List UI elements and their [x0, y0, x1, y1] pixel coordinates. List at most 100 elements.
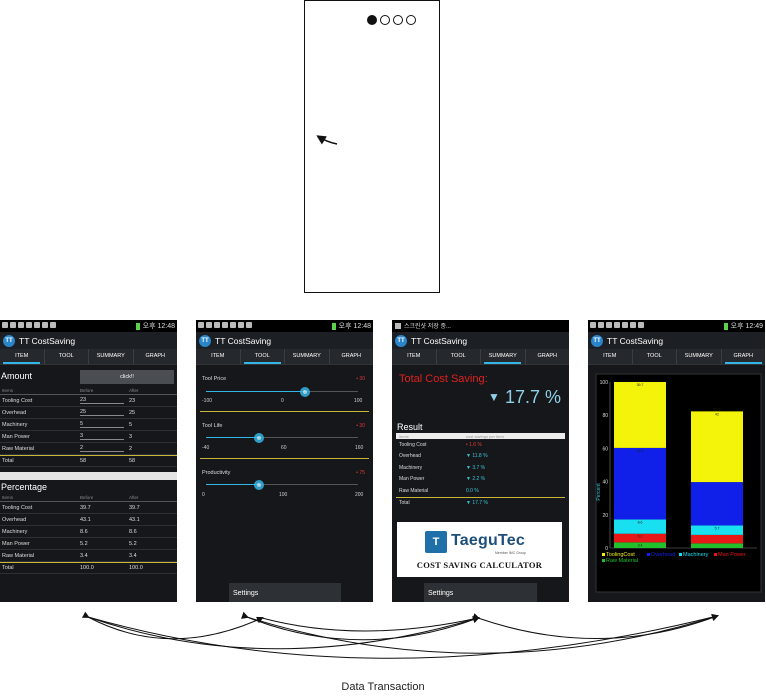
tab-summary[interactable]: SUMMARY	[89, 349, 134, 364]
transaction-arrow	[81, 611, 264, 640]
phone-outline	[304, 0, 440, 293]
app-bar: TT TT CostSaving	[392, 332, 569, 349]
bar-segment	[614, 382, 666, 448]
tab-graph[interactable]: GRAPH	[526, 349, 570, 364]
result-row: Overhead ▼ 11.8 %	[399, 453, 488, 460]
data-label: 43.1	[637, 449, 644, 453]
status-bar: 오후 12:49	[588, 320, 765, 332]
slider-productivity: Productivity • 75 0 100 200	[202, 470, 365, 498]
screen-tool: 오후 12:48 TT TT CostSaving ITEM TOOL SUMM…	[196, 320, 373, 602]
tab-item[interactable]: ITEM	[196, 349, 241, 364]
app-title: TT CostSaving	[607, 335, 664, 346]
total-cost-saving-title: Total Cost Saving:	[399, 373, 488, 385]
slider-thumb[interactable]	[254, 480, 265, 490]
y-tick-label: 60	[602, 446, 608, 452]
percentage-table: Tooling Cost 39.7 39.7 Overhead 43.1 43.1 Ma…	[0, 502, 177, 574]
legend-swatch	[714, 553, 717, 556]
slider-track[interactable]	[206, 433, 358, 443]
total-saving-percent: ▼ 17.7 %	[488, 387, 561, 407]
before-input[interactable]: 5	[80, 421, 124, 428]
tab-item[interactable]: ITEM	[0, 349, 45, 364]
legend-swatch	[602, 553, 605, 556]
data-label: 5.7	[715, 526, 720, 530]
stacked-bar-chart: 020406080100Percent3.45.28.643.139.75.74…	[595, 373, 762, 593]
tab-item[interactable]: ITEM	[392, 349, 437, 364]
tab-tool[interactable]: TOOL	[241, 349, 285, 364]
tab-item[interactable]: ITEM	[588, 349, 633, 364]
table-row: Raw Material 2 2	[0, 443, 177, 455]
amount-table: Tooling Cost 23 23 Overhead 25 25 Machinery 5…	[0, 395, 177, 467]
divider	[200, 411, 369, 412]
result-row: Machinery ▼ 3.7 %	[399, 464, 486, 471]
table-row: Man Power 5.2 5.2	[0, 538, 177, 550]
tab-tool[interactable]: TOOL	[45, 349, 89, 364]
brand-name: TaeguTec	[451, 532, 525, 549]
swipe-arrows	[316, 135, 338, 145]
tab-graph[interactable]: GRAPH	[330, 349, 374, 364]
bar-segment	[614, 447, 666, 520]
before-input[interactable]: 25	[80, 409, 124, 416]
data-label: 42	[715, 412, 719, 416]
click-button[interactable]: click!!	[80, 370, 174, 384]
amount-heading: Amount	[1, 371, 33, 381]
battery-icon	[723, 322, 728, 330]
table-row: Overhead 25 25	[0, 407, 177, 419]
app-title: TT CostSaving	[411, 335, 468, 346]
slider-thumb[interactable]	[299, 387, 310, 397]
divider	[0, 472, 177, 480]
swipe-left-arrow	[316, 135, 338, 145]
tab-summary[interactable]: SUMMARY	[677, 349, 722, 364]
legend-swatch	[602, 559, 605, 562]
slider-track[interactable]	[206, 480, 358, 490]
tab-bar: ITEM TOOL SUMMARY GRAPH	[392, 349, 569, 365]
tab-bar: ITEM TOOL SUMMARY GRAPH	[0, 349, 177, 365]
tab-graph[interactable]: GRAPH	[722, 349, 766, 364]
before-input[interactable]: 23	[80, 397, 124, 404]
app-logo-icon: TT	[199, 334, 211, 347]
notification-icons	[198, 322, 252, 328]
app-bar: TT TT CostSaving	[588, 332, 765, 349]
result-table-header: Items cost savings per Item	[396, 433, 565, 439]
bar-segment	[691, 543, 743, 548]
screen-summary: 스크린샷 저장 중... TT TT CostSaving ITEM TOOL …	[392, 320, 569, 602]
table-row: Man Power 3 3	[0, 431, 177, 443]
y-tick-label: 80	[602, 413, 608, 419]
bar-segment	[691, 534, 743, 544]
status-time: 오후 12:48	[142, 323, 175, 330]
result-row-total: Total ▼ 17.7 %	[396, 496, 565, 509]
legend-swatch	[679, 553, 682, 556]
calculator-title: COST SAVING CALCULATOR	[416, 560, 543, 570]
app-bar: TT TT CostSaving	[0, 332, 177, 349]
table-row: Overhead 43.1 43.1	[0, 514, 177, 526]
y-tick-label: 20	[602, 513, 608, 519]
slider-thumb[interactable]	[254, 433, 265, 443]
status-notice: 스크린샷 저장 중...	[404, 324, 451, 330]
battery-icon	[331, 322, 336, 330]
app-logo-icon: TT	[591, 334, 603, 347]
before-input[interactable]: 2	[80, 445, 124, 452]
legend-entry: Overhead	[651, 552, 675, 558]
taegutec-mark-icon: T	[425, 531, 447, 553]
status-time: 오후 12:48	[338, 323, 371, 330]
screen-item: 오후 12:48 TT TT CostSaving ITEM TOOL SUMM…	[0, 320, 177, 602]
data-label: 3.4	[638, 543, 643, 547]
tab-summary[interactable]: SUMMARY	[285, 349, 330, 364]
diagram-caption: Data Transaction	[341, 681, 425, 693]
transaction-arrow	[87, 616, 480, 650]
result-table: Tooling Cost • 1.6 % Overhead ▼ 11.8 % Machi…	[392, 439, 569, 508]
slider-track[interactable]	[206, 387, 358, 397]
tab-tool[interactable]: TOOL	[633, 349, 677, 364]
legend-swatch	[647, 553, 650, 556]
result-row: Man Power ▼ 2.2 %	[399, 476, 486, 483]
tab-bar: ITEM TOOL SUMMARY GRAPH	[588, 349, 765, 365]
tab-summary[interactable]: SUMMARY	[481, 349, 526, 364]
brand-subtitle: Member IMC Group	[495, 551, 526, 555]
app-logo-icon: TT	[395, 334, 407, 347]
before-input[interactable]: 3	[80, 433, 124, 440]
table-row: Tooling Cost 23 23	[0, 395, 177, 407]
tab-tool[interactable]: TOOL	[437, 349, 481, 364]
status-bar: 오후 12:48	[0, 320, 177, 332]
tab-graph[interactable]: GRAPH	[134, 349, 178, 364]
table-row: Tooling Cost 39.7 39.7	[0, 502, 177, 514]
result-heading: Result	[397, 422, 423, 432]
